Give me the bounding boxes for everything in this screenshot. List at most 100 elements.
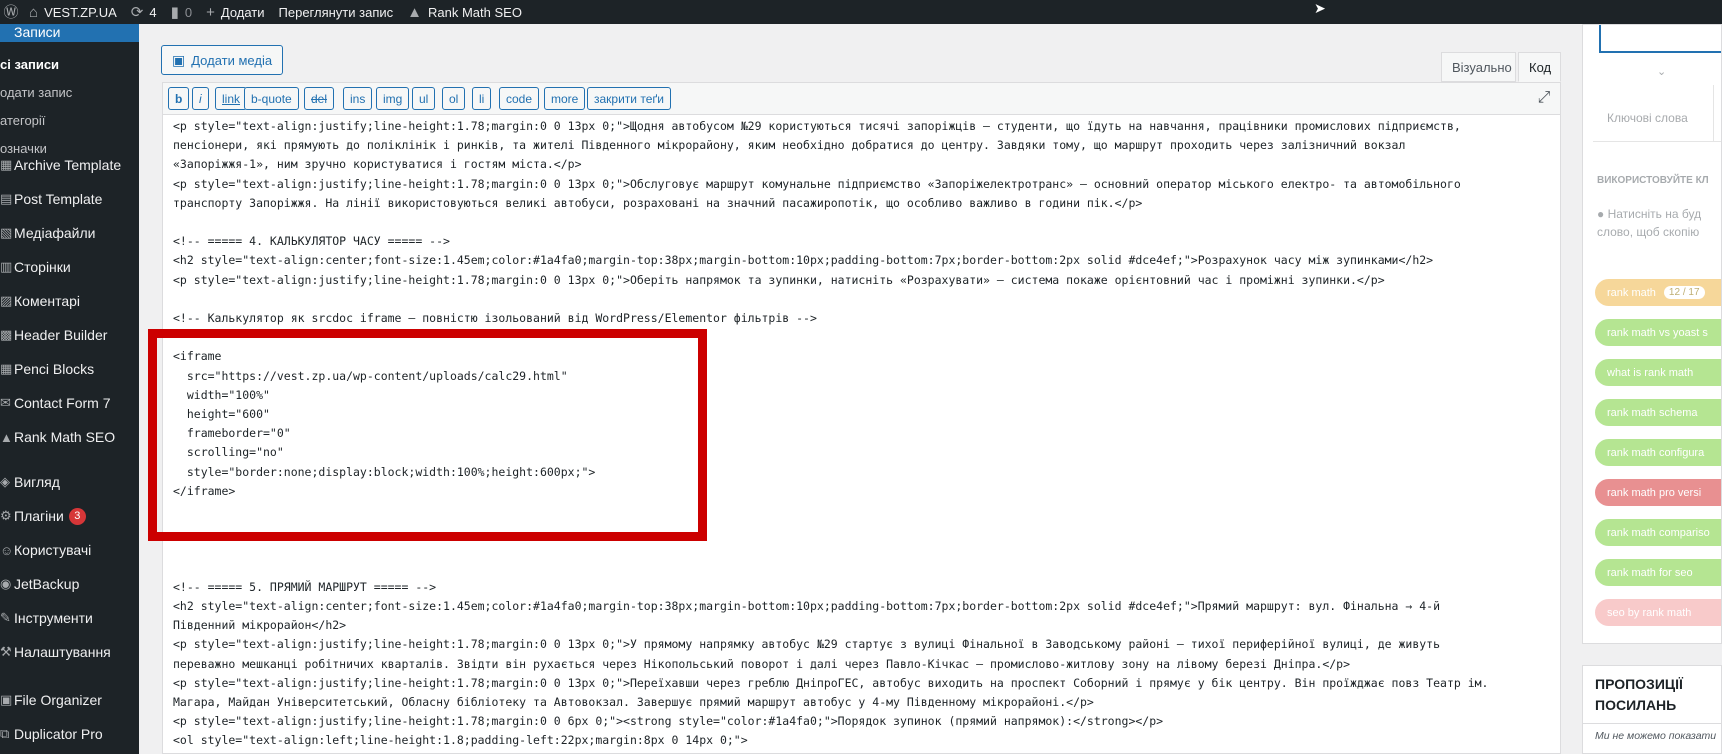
site-name-link[interactable]: ⌂ VEST.ZP.UA	[22, 0, 124, 24]
sidebar-item-label: Archive Template	[14, 157, 122, 173]
keyword-chip[interactable]: rank math configura	[1595, 439, 1721, 466]
comments-link[interactable]: ▮ 0	[164, 0, 200, 24]
code-line: <p style="text-align:justify;line-height…	[173, 119, 1461, 133]
keyword-chip-label: rank math pro versi	[1607, 486, 1702, 499]
sidebar-item-label: File Organizer	[14, 692, 102, 708]
code-line: переважно мешканці робітничих кварталів.…	[173, 656, 1351, 671]
media-icon: ▣	[172, 51, 186, 68]
sidebar-item[interactable]: ▧ Медіафайли	[0, 216, 139, 250]
keyword-chip[interactable]: rank math compariso	[1595, 519, 1721, 546]
keyword-chip[interactable]: seo by rank math	[1595, 599, 1721, 626]
keyword-chip-label: rank math schema	[1607, 406, 1698, 419]
wordpress-logo-icon: Ⓦ	[3, 3, 19, 21]
quicktag-button[interactable]: link	[215, 87, 248, 110]
sidebar-item-label: Rank Math SEO	[14, 429, 116, 445]
sidebar-item[interactable]: ▦ Penci Blocks	[0, 352, 139, 386]
wp-logo-menu[interactable]: Ⓦ	[0, 0, 22, 24]
tab-code[interactable]: Код	[1518, 52, 1561, 82]
sidebar-item[interactable]: ☺ Користувачі	[0, 533, 139, 567]
quicktag-button[interactable]: ins	[343, 87, 373, 110]
menu-icon: ▩	[0, 327, 13, 342]
updates-count: 4	[149, 4, 157, 20]
quicktag-button[interactable]: more	[544, 87, 586, 110]
chevron-down-icon[interactable]: ⌄	[1657, 65, 1666, 78]
sidebar-item[interactable]: ✉ Contact Form 7	[0, 386, 139, 420]
sidebar-item[interactable]: ▤ Post Template	[0, 182, 139, 216]
panel-divider	[1583, 723, 1721, 724]
sidebar-item[interactable]: ◈ Вигляд	[0, 465, 139, 499]
quicktag-button[interactable]: del	[304, 87, 335, 110]
menu-icon: ▣	[0, 692, 13, 707]
quicktag-button[interactable]: ol	[442, 87, 466, 110]
code-line: <h2 style="text-align:center;font-size:1…	[173, 253, 1434, 268]
menu-icon: ▤	[0, 191, 13, 206]
menu-icon: ▧	[0, 225, 13, 240]
quicktag-button[interactable]: b-quote	[244, 87, 299, 110]
keyword-chip[interactable]: rank math for seo	[1595, 559, 1721, 586]
menu-icon: ▥	[0, 259, 13, 274]
add-media-button[interactable]: ▣ Додати медіа	[161, 45, 284, 75]
sidebar-item-posts[interactable]: Записи	[0, 24, 139, 42]
quicktag-button[interactable]: закрити теґи	[587, 87, 672, 110]
sidebar-item[interactable]: ▨ Коментарі	[0, 284, 139, 318]
sidebar-item[interactable]: ✎ Інструменти	[0, 601, 139, 635]
code-line: транспорту Запоріжжя. На лінії використо…	[173, 195, 1143, 210]
keywords-heading: ВИКОРИСТОВУЙТЕ КЛ	[1597, 175, 1709, 186]
menu-icon: ◈	[0, 474, 10, 489]
submenu-categories[interactable]: атегорії	[0, 113, 139, 128]
rank-math-panel: ⌄ Ключові слова ВИКОРИСТОВУЙТЕ КЛ ● Нати…	[1582, 24, 1722, 644]
keyword-chip[interactable]: what is rank math	[1595, 359, 1721, 386]
sidebar-item[interactable]: ▲ Rank Math SEO	[0, 420, 139, 454]
sidebar-item-label: Penci Blocks	[14, 361, 95, 377]
view-post-link[interactable]: Переглянути запис	[272, 0, 401, 24]
quicktag-button[interactable]: i	[192, 87, 209, 110]
keyword-chip-count: 12 / 17	[1663, 286, 1705, 299]
sidebar-item-label: Налаштування	[14, 644, 111, 660]
sidebar-item[interactable]: ◉ JetBackup	[0, 567, 139, 601]
sidebar-item[interactable]: ⚙ Плагіни 3	[0, 499, 139, 533]
quicktag-button[interactable]: li	[472, 87, 492, 110]
menu-icon: ▦	[0, 361, 13, 376]
plus-icon: +	[206, 3, 215, 21]
sidebar-item-label: Інструменти	[14, 610, 93, 626]
code-editor-textarea[interactable]: <p style="text-align:justify;line-height…	[162, 114, 1561, 754]
sidebar-item-label: Contact Form 7	[14, 395, 111, 411]
keyword-chip[interactable]: rank math pro versi	[1595, 479, 1721, 506]
menu-icon: ⧉	[0, 726, 10, 741]
code-line: пенсіонери, які прямують до поліклінік і…	[173, 138, 1406, 153]
keyword-chip[interactable]: rank math 12 / 17	[1595, 279, 1721, 306]
sidebar-item[interactable]: ⚒ Налаштування	[0, 635, 139, 669]
keyword-chip[interactable]: rank math vs yoast s	[1595, 319, 1721, 346]
quicktag-button[interactable]: code	[499, 87, 540, 110]
keyword-input[interactable]	[1599, 25, 1721, 53]
quicktag-button[interactable]: ul	[412, 87, 436, 110]
rank-math-menu[interactable]: ▲ Rank Math SEO	[400, 0, 529, 24]
sidebar-item[interactable]: ▣ File Organizer	[0, 683, 139, 717]
sidebar-item[interactable]: ▦ Archive Template	[0, 148, 139, 182]
code-line: «Запоріжжя-1», ним зручно користуватися …	[173, 157, 582, 172]
quicktags-toolbar: b i link b-quote del ins img ul ol li code more закр…	[162, 82, 1561, 114]
comments-count: 0	[184, 4, 193, 20]
submenu-all-posts[interactable]: сі записи	[0, 57, 139, 72]
code-line: src="https://vest.zp.ua/wp-content/uploa…	[173, 368, 568, 383]
tab-visual[interactable]: Візуально	[1441, 52, 1516, 82]
code-line: <!-- ===== 4. КАЛЬКУЛЯТОР ЧАСУ ===== -->	[173, 234, 450, 249]
fullscreen-expand-icon[interactable]: ⤢	[1534, 88, 1554, 108]
menu-icon: ✎	[0, 610, 11, 625]
sidebar-item[interactable]: ▩ Header Builder	[0, 318, 139, 352]
link-suggestions-note: Ми не можемо показати	[1595, 730, 1717, 742]
submenu-add-post[interactable]: одати запис	[0, 85, 139, 100]
updates-link[interactable]: ⟳ 4	[124, 0, 164, 24]
quicktag-button[interactable]: b	[168, 87, 190, 110]
info-icon: ●	[1597, 207, 1605, 221]
quicktag-button[interactable]: img	[376, 87, 410, 110]
menu-icon: ⚙	[0, 508, 12, 523]
keywords-hint: ● Натисніть на буд слово, щоб скопію	[1597, 205, 1701, 241]
add-new-menu[interactable]: + Додати	[199, 0, 271, 24]
sidebar-item[interactable]: ⧉ Duplicator Pro	[0, 717, 139, 751]
sidebar-item[interactable]: ▥ Сторінки	[0, 250, 139, 284]
tab-keywords[interactable]: Ключові слова	[1607, 111, 1688, 125]
tab-underline	[1593, 141, 1721, 142]
keyword-chip[interactable]: rank math schema	[1595, 399, 1721, 426]
code-line: width="100%"	[173, 387, 270, 402]
